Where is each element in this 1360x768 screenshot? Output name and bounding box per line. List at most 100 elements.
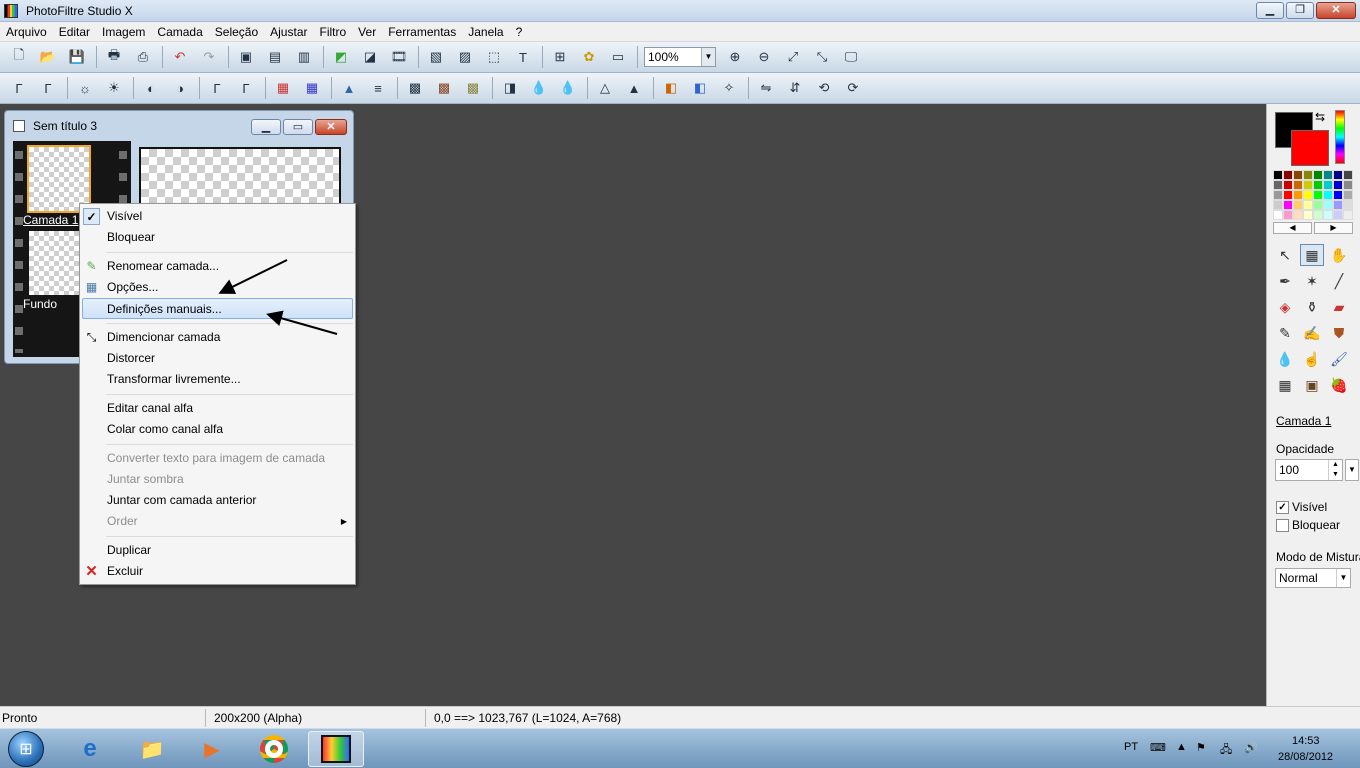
saturation-down-icon[interactable]: ▦ (272, 77, 294, 99)
clone-tool-icon[interactable]: 🖌 (1327, 348, 1351, 370)
hue-slider[interactable] (1335, 110, 1345, 164)
zoom-in-icon[interactable]: ⊕ (724, 46, 746, 68)
network-icon[interactable]: 🖧 (1220, 741, 1232, 760)
menu-item-delete[interactable]: ✕ Excluir (80, 561, 355, 582)
saturation-up-icon[interactable]: ▦ (301, 77, 323, 99)
window-icon[interactable]: ▭ (607, 46, 629, 68)
doc-maximize-button[interactable]: ▭ (283, 119, 313, 135)
open-folder-icon[interactable]: 📂 (37, 46, 59, 68)
brightness-down-icon[interactable]: ☼ (74, 77, 96, 99)
layer-thumbnail[interactable] (27, 145, 91, 213)
doc-close-button[interactable]: ✕ (315, 119, 347, 135)
rotate-left-icon[interactable]: ⟲ (813, 77, 835, 99)
clock-time[interactable]: 14:53 (1292, 735, 1320, 747)
spin-arrows-icon[interactable]: ▲ ▼ (1328, 460, 1342, 480)
levels-icon[interactable]: ≡ (367, 77, 389, 99)
paste-as-image-icon[interactable]: ▤ (264, 46, 286, 68)
grid-olive-icon[interactable]: ▩ (462, 77, 484, 99)
opacity-stepper[interactable]: 100 ▲ ▼ (1275, 459, 1343, 481)
minimize-button[interactable]: ▁ (1256, 2, 1284, 19)
eraser-tool-icon[interactable]: ▰ (1327, 296, 1351, 318)
layer-stack-icon[interactable]: ◪ (359, 46, 381, 68)
menu-ajustar[interactable]: Ajustar (264, 25, 313, 39)
menu-ferramentas[interactable]: Ferramentas (382, 25, 462, 39)
close-button[interactable]: ✕ (1316, 2, 1356, 19)
restore-button[interactable]: ❐ (1286, 2, 1314, 19)
flip-vertical-icon[interactable]: ⇵ (784, 77, 806, 99)
menu-camada[interactable]: Camada (151, 25, 208, 39)
opacity-dropdown[interactable]: ▼ (1345, 459, 1359, 481)
gradient-icon[interactable]: ◧ (689, 77, 711, 99)
auto-contrast-icon[interactable]: Γ (37, 77, 59, 99)
menu-item-rename-layer[interactable]: ✎ Renomear camada... (80, 256, 355, 277)
menu-item-distort[interactable]: Distorcer (80, 348, 355, 369)
menu-item-merge-previous[interactable]: Juntar com camada anterior (80, 490, 355, 511)
menu-help[interactable]: ? (510, 25, 529, 39)
selection-icon[interactable]: ⬚ (483, 46, 505, 68)
sharpen-more-icon[interactable]: ▲ (623, 77, 645, 99)
magic-icon[interactable]: ✧ (718, 77, 740, 99)
plugin-icon[interactable]: ✿ (578, 46, 600, 68)
new-file-icon[interactable]: 🗋 (8, 46, 30, 68)
layer-name-link[interactable]: Camada 1 (1276, 414, 1331, 428)
gamma-down-icon[interactable]: Γ (206, 77, 228, 99)
keyboard-icon[interactable]: ⌨ (1150, 741, 1166, 754)
line-tool-icon[interactable]: ╱ (1327, 270, 1351, 292)
brightness-up-icon[interactable]: ☀ (103, 77, 125, 99)
menu-item-free-transform[interactable]: Transformar livremente... (80, 369, 355, 390)
language-indicator[interactable]: PT (1124, 741, 1138, 753)
menu-filtro[interactable]: Filtro (314, 25, 353, 39)
start-button[interactable]: ⊞ (8, 731, 44, 767)
doc-minimize-button[interactable]: ▁ (251, 119, 281, 135)
undo-icon[interactable]: ↶ (169, 46, 191, 68)
color-balance-icon[interactable]: ◧ (660, 77, 682, 99)
lock-checkbox[interactable]: Bloquear (1276, 518, 1340, 532)
menu-selecao[interactable]: Seleção (209, 25, 264, 39)
hand-tool-icon[interactable]: ✋ (1327, 244, 1351, 266)
redo-icon[interactable]: ↷ (198, 46, 220, 68)
menu-item-options[interactable]: ▦ Opções... (80, 277, 355, 298)
contrast-down-icon[interactable]: ◐ (140, 77, 162, 99)
menu-item-edit-alpha[interactable]: Editar canal alfa (80, 398, 355, 419)
explorer-icon[interactable]: ⊞ (549, 46, 571, 68)
color-palette[interactable] (1273, 170, 1353, 220)
media-player-icon[interactable]: ▶ (184, 731, 240, 767)
menu-item-visible[interactable]: ✓ Visível (80, 206, 355, 227)
eyedropper-tool-icon[interactable]: ✒ (1273, 270, 1297, 292)
stamp-tool-icon[interactable]: ⛊ (1327, 322, 1351, 344)
spray-tool-icon[interactable]: ⚱ (1300, 296, 1324, 318)
show-hidden-icons-icon[interactable]: ▲ (1176, 741, 1187, 753)
contrast-up-icon[interactable]: ◑ (169, 77, 191, 99)
menu-editar[interactable]: Editar (53, 25, 96, 39)
histogram-icon[interactable]: ▲ (338, 77, 360, 99)
palette-prev-button[interactable]: ◀ (1273, 222, 1312, 234)
menu-item-resize-layer[interactable]: ⤡ Dimencionar camada (80, 327, 355, 348)
print-icon[interactable]: 🖶 (103, 46, 125, 68)
background-color-swatch[interactable] (1291, 130, 1329, 166)
strawberry-tool-icon[interactable]: 🍓 (1327, 374, 1351, 396)
menu-item-manual-settings[interactable]: Definições manuais... (82, 298, 353, 319)
internet-explorer-icon[interactable]: e (62, 731, 118, 767)
brush-tool-icon[interactable]: ✎ (1273, 322, 1297, 344)
flip-horizontal-icon[interactable]: ⇋ (755, 77, 777, 99)
menu-janela[interactable]: Janela (462, 25, 509, 39)
portrait-tool-icon[interactable]: ▣ (1300, 374, 1324, 396)
menu-item-duplicate[interactable]: Duplicar (80, 540, 355, 561)
blend-mode-select[interactable]: Normal ▼ (1275, 568, 1351, 588)
smudge-tool-icon[interactable]: ☝ (1300, 348, 1324, 370)
chrome-icon[interactable] (246, 731, 302, 767)
fill-tool-icon[interactable]: ◈ (1273, 296, 1297, 318)
fit-window-icon[interactable]: ⤢ (782, 46, 804, 68)
selection-tool-icon[interactable]: ▦ (1300, 244, 1324, 266)
menu-ver[interactable]: Ver (352, 25, 382, 39)
swap-colors-icon[interactable]: ⇆ (1315, 110, 1325, 124)
volume-icon[interactable]: 🔊 (1244, 741, 1258, 754)
clock-date[interactable]: 28/08/2012 (1278, 751, 1333, 763)
save-icon[interactable]: 💾 (66, 46, 88, 68)
color-gradient-icon[interactable]: ◩ (330, 46, 352, 68)
visible-checkbox[interactable]: ✓ Visível (1276, 500, 1327, 514)
fullscreen-icon[interactable]: 🖵 (840, 46, 862, 68)
scan-icon[interactable]: ⎙ (132, 46, 154, 68)
photofiltre-taskbar-icon[interactable] (308, 731, 364, 767)
flag-icon[interactable]: ⚑ (1196, 741, 1206, 754)
